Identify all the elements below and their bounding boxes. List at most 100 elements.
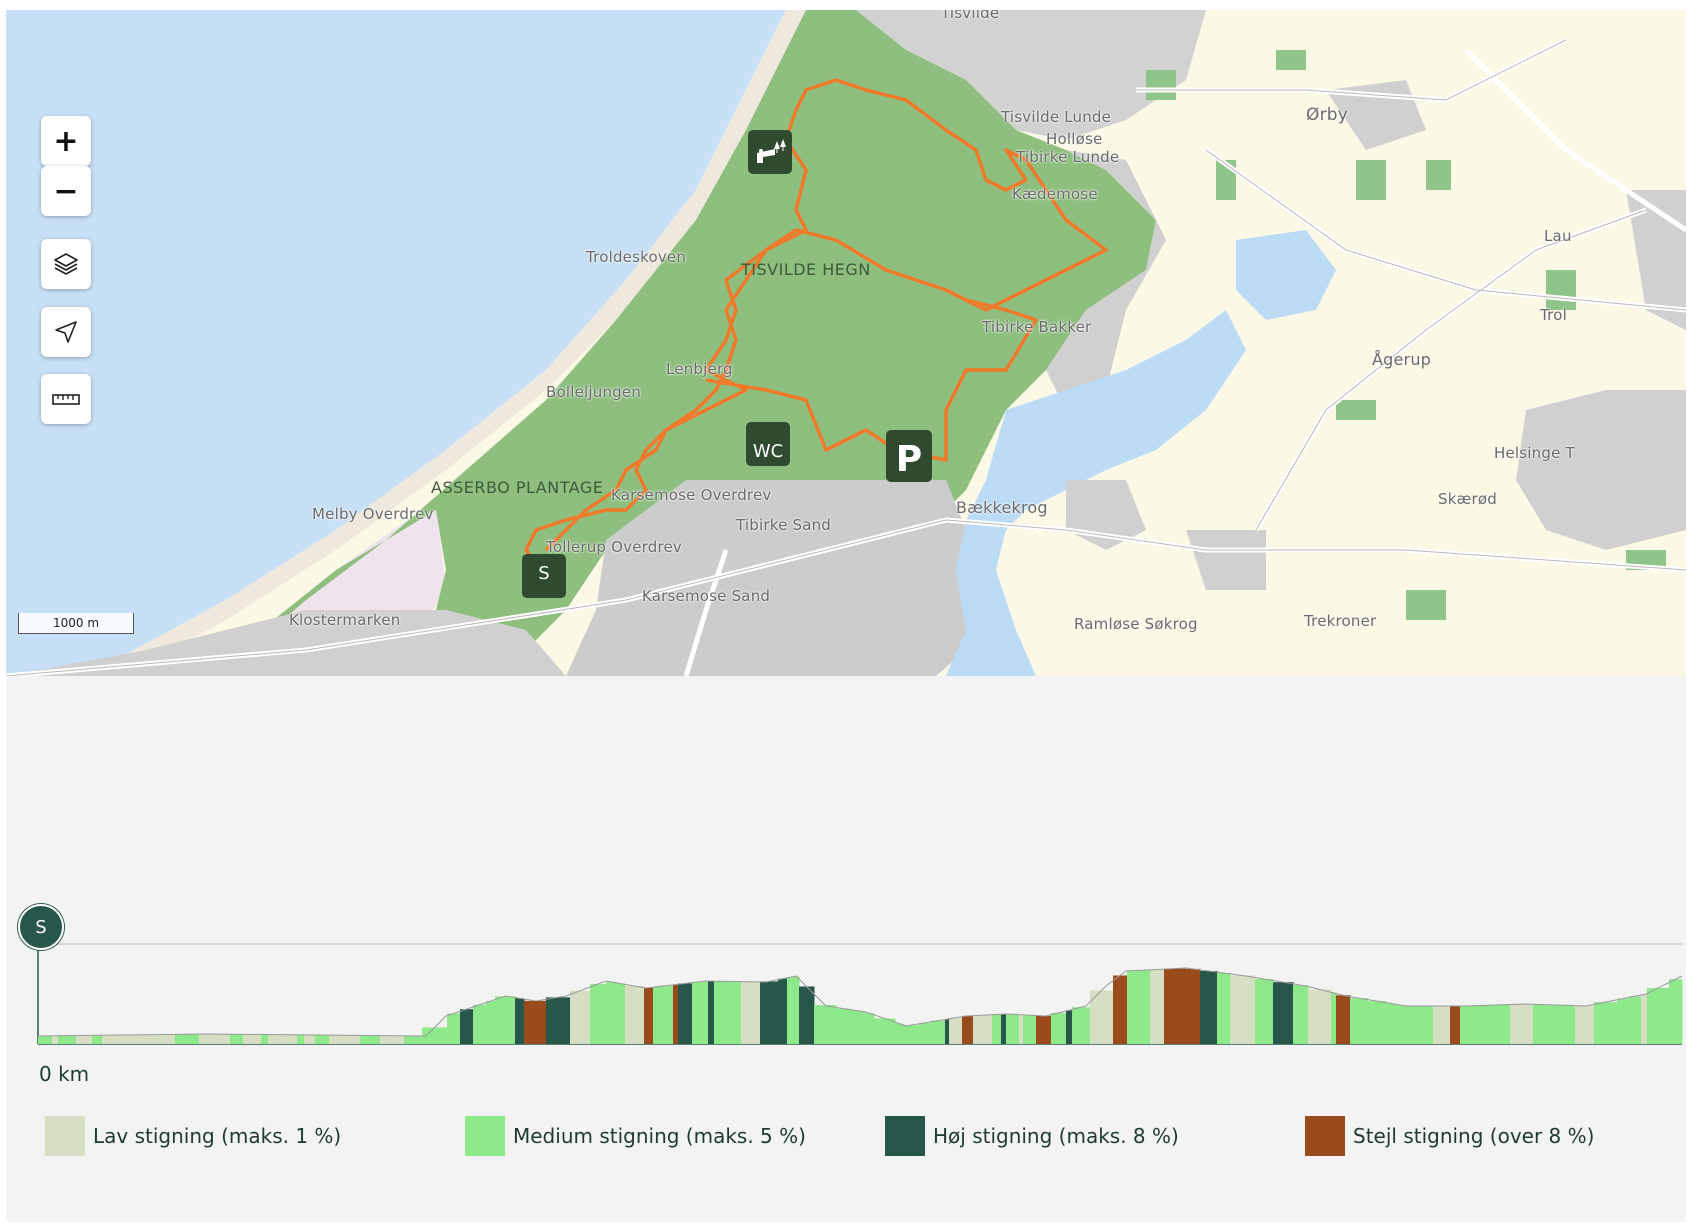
profile-segment xyxy=(1575,1005,1581,1044)
profile-segment xyxy=(1594,1002,1618,1044)
profile-segment xyxy=(1164,968,1186,1044)
legend-swatch xyxy=(45,1116,85,1156)
profile-segment xyxy=(836,1008,851,1044)
legend-swatch xyxy=(465,1116,505,1156)
profile-segment xyxy=(902,1025,920,1044)
layers-button[interactable] xyxy=(41,239,91,289)
profile-segment xyxy=(38,1035,53,1044)
profile-segment xyxy=(1051,1012,1067,1044)
place-label: Bækkekrog xyxy=(956,498,1048,517)
place-label: Karsemose Sand xyxy=(642,587,771,605)
profile-segment xyxy=(1113,975,1128,1044)
navigation-arrow-icon xyxy=(55,321,77,343)
profile-segment xyxy=(304,1034,316,1044)
place-label: Tibirke Bakker xyxy=(982,318,1092,336)
profile-segment xyxy=(360,1035,381,1044)
legend-item-steep: Stejl stigning (over 8 %) xyxy=(1305,1116,1594,1156)
legend-label: Stejl stigning (over 8 %) xyxy=(1353,1124,1595,1148)
place-label: Tibirke Lunde xyxy=(1016,148,1120,166)
profile-segment xyxy=(895,1023,903,1044)
legend-item-high: Høj stigning (maks. 8 %) xyxy=(885,1116,1179,1156)
place-label: Kædemose xyxy=(1012,185,1098,203)
legend-label: Lav stigning (maks. 1 %) xyxy=(93,1124,342,1148)
profile-segment xyxy=(606,981,618,1044)
profile-segment xyxy=(320,1035,330,1044)
profile-segment xyxy=(1629,996,1642,1044)
profile-segment xyxy=(850,1010,861,1044)
profile-segment xyxy=(1477,1005,1500,1044)
profile-segment xyxy=(404,1035,423,1044)
zoom-in-button[interactable]: + xyxy=(41,116,91,166)
profile-segment xyxy=(1273,982,1294,1044)
profile-segment xyxy=(1429,1006,1434,1044)
place-label: Tollerup Overdrev xyxy=(546,538,682,556)
wc-poi-icon[interactable]: WC xyxy=(746,422,790,466)
legend-item-low: Lav stigning (maks. 1 %) xyxy=(45,1116,341,1156)
profile-segment xyxy=(692,981,709,1044)
locate-button[interactable] xyxy=(41,307,91,357)
profile-segment xyxy=(1006,1014,1012,1044)
profile-segment xyxy=(1647,988,1670,1044)
profile-segment xyxy=(653,986,658,1044)
profile-segment xyxy=(1404,1006,1430,1044)
profile-segment xyxy=(625,985,645,1044)
profile-segment xyxy=(1580,1005,1595,1044)
profile-segment xyxy=(741,981,761,1044)
profile-segment xyxy=(1255,979,1274,1044)
measure-button[interactable] xyxy=(41,374,91,424)
profile-segment xyxy=(1336,995,1351,1044)
profile-segment xyxy=(931,1020,946,1044)
profile-segment xyxy=(168,1034,176,1044)
profile-segment xyxy=(1669,979,1683,1044)
profile-segment xyxy=(590,984,607,1044)
profile-segment xyxy=(1293,985,1309,1044)
ruler-icon xyxy=(52,394,80,405)
profile-segment xyxy=(570,990,591,1044)
profile-segment xyxy=(261,1034,269,1044)
profile-segment xyxy=(524,1000,547,1044)
profile-segment xyxy=(1510,1004,1534,1044)
profile-segment xyxy=(1386,1003,1395,1044)
profile-segment xyxy=(134,1034,153,1044)
profile-segment xyxy=(546,997,571,1044)
map-view[interactable]: Tisvilde Tisvilde Lunde Holløse Tibirke … xyxy=(6,10,1686,676)
place-label: Lau xyxy=(1544,227,1572,245)
legend-label: Høj stigning (maks. 8 %) xyxy=(933,1124,1179,1148)
place-label: Helsinge T xyxy=(1494,444,1575,462)
profile-segment xyxy=(1441,1006,1451,1044)
profile-segment xyxy=(460,1009,474,1044)
profile-segment xyxy=(1308,989,1332,1044)
profile-segment xyxy=(281,1034,298,1044)
shelter-poi-icon[interactable] xyxy=(748,130,792,174)
profile-segment xyxy=(644,987,654,1044)
start-poi-icon[interactable]: S xyxy=(522,554,566,598)
place-label: Lenbjerg xyxy=(666,360,733,378)
axis-start-label: 0 km xyxy=(39,1062,90,1086)
profile-segment xyxy=(1150,969,1165,1044)
parking-poi-icon[interactable]: P xyxy=(886,430,932,482)
place-label: Tibirke Sand xyxy=(736,516,832,534)
profile-segment xyxy=(1072,1007,1091,1044)
profile-segment xyxy=(794,976,800,1044)
profile-segment xyxy=(1185,968,1201,1044)
start-label: S xyxy=(538,562,550,584)
profile-segment xyxy=(473,1004,487,1044)
profile-segment xyxy=(268,1034,282,1044)
profile-segment xyxy=(787,977,795,1044)
profile-segment xyxy=(102,1035,121,1044)
profile-segment xyxy=(199,1034,206,1044)
profile-segment xyxy=(865,1013,875,1044)
profile-segment xyxy=(1538,1004,1553,1044)
place-label: Trol xyxy=(1540,306,1567,324)
profile-segment xyxy=(1230,975,1256,1044)
profile-segment xyxy=(992,1014,1002,1044)
profile-segment xyxy=(1450,1006,1461,1044)
profile-segment xyxy=(874,1018,896,1044)
profile-segment xyxy=(152,1034,169,1044)
zoom-out-button[interactable]: − xyxy=(41,166,91,216)
place-label: Trekroner xyxy=(1304,612,1377,630)
profile-segment xyxy=(973,1015,993,1044)
profile-segment xyxy=(1394,1004,1405,1044)
place-label: Ørby xyxy=(1306,105,1349,125)
profile-segment xyxy=(1036,1015,1052,1044)
